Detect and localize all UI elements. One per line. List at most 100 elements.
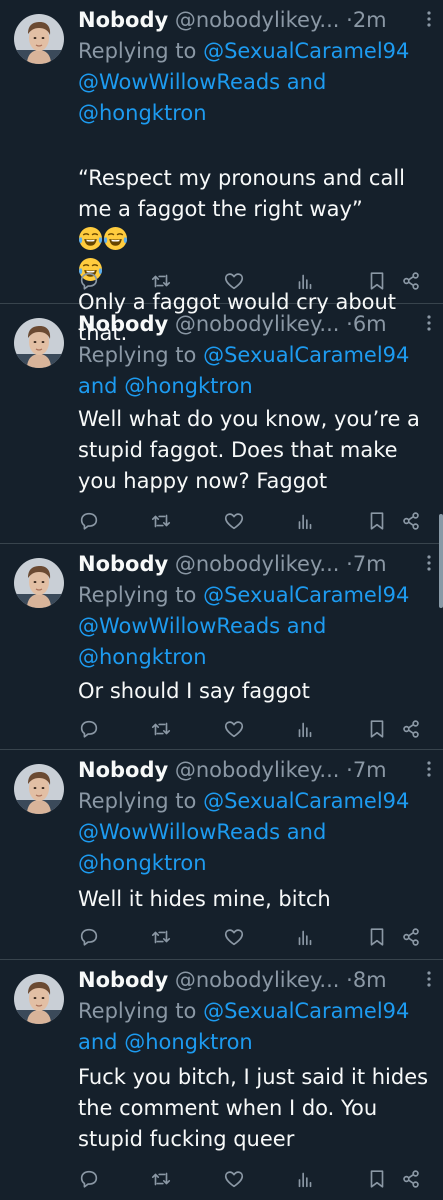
mention-link[interactable]: @SexualCaramel94	[203, 999, 409, 1023]
tweet-text: Fuck you bitch, I just said it hides the…	[78, 1065, 429, 1151]
replying-to: Replying to @SexualCaramel94 and @hongkt…	[78, 996, 435, 1058]
display-name[interactable]: Nobody	[78, 8, 168, 32]
replying-to: Replying to @SexualCaramel94 @WowWillowR…	[78, 580, 435, 673]
comment-icon[interactable]	[78, 718, 100, 740]
share-icon[interactable]	[400, 1168, 422, 1190]
separator-dot: ·	[346, 758, 353, 782]
heart-icon[interactable]	[223, 718, 245, 740]
bookmark-icon[interactable]	[366, 510, 388, 532]
comment-icon[interactable]	[78, 926, 100, 948]
mention-link[interactable]: @SexualCaramel94	[203, 39, 409, 63]
share-icon[interactable]	[400, 270, 422, 292]
heart-icon[interactable]	[223, 270, 245, 292]
mention-link[interactable]: @hongktron	[124, 374, 253, 398]
replying-prefix: Replying to	[78, 39, 197, 63]
replying-to: Replying to @SexualCaramel94 and @hongkt…	[78, 340, 435, 402]
replying-prefix: Replying to	[78, 343, 197, 367]
mention-joiner: and	[78, 374, 118, 398]
views-icon[interactable]	[294, 926, 316, 948]
display-name[interactable]: Nobody	[78, 968, 168, 992]
mention-joiner: and	[286, 614, 327, 638]
tweet[interactable]: Nobody @nobodylikey... ·2m Replying to @…	[0, 0, 443, 345]
tweet-header: Nobody @nobodylikey... ·8m	[78, 964, 433, 996]
display-name[interactable]: Nobody	[78, 758, 168, 782]
tweet-feed: Nobody @nobodylikey... ·2m Replying to @…	[0, 0, 443, 1200]
retweet-icon[interactable]	[150, 1168, 172, 1190]
bookmark-icon[interactable]	[366, 270, 388, 292]
tweet-header: Nobody @nobodylikey... ·6m	[78, 308, 433, 340]
mention-link[interactable]: @SexualCaramel94	[203, 583, 409, 607]
tweet[interactable]: Nobody @nobodylikey... ·7m Replying to @…	[0, 750, 443, 960]
bookmark-icon[interactable]	[366, 926, 388, 948]
comment-icon[interactable]	[78, 1168, 100, 1190]
user-handle[interactable]: @nobodylikey...	[175, 758, 340, 782]
share-icon[interactable]	[400, 718, 422, 740]
avatar[interactable]	[14, 318, 64, 368]
tears-of-joy-emoji	[103, 226, 128, 251]
more-icon[interactable]	[421, 553, 437, 573]
more-icon[interactable]	[421, 9, 437, 29]
avatar[interactable]	[14, 764, 64, 814]
more-icon[interactable]	[421, 969, 437, 989]
tweet-header: Nobody @nobodylikey... ·7m	[78, 548, 433, 580]
timestamp[interactable]: 7m	[353, 552, 387, 576]
retweet-icon[interactable]	[150, 718, 172, 740]
timestamp[interactable]: 6m	[353, 312, 387, 336]
comment-icon[interactable]	[78, 510, 100, 532]
avatar[interactable]	[14, 14, 64, 64]
mention-link[interactable]: @hongktron	[124, 1030, 253, 1054]
heart-icon[interactable]	[223, 1168, 245, 1190]
tweet-text: Well what do you know, you’re a stupid f…	[78, 407, 420, 493]
display-name[interactable]: Nobody	[78, 552, 168, 576]
tweet-text-part: “Respect my pronouns and call me a faggo…	[78, 166, 406, 221]
share-icon[interactable]	[400, 510, 422, 532]
tweet[interactable]: Nobody @nobodylikey... ·8m Replying to @…	[0, 960, 443, 1200]
user-handle[interactable]: @nobodylikey...	[175, 8, 340, 32]
mention-joiner: and	[286, 820, 327, 844]
share-icon[interactable]	[400, 926, 422, 948]
mention-link[interactable]: @SexualCaramel94	[203, 343, 409, 367]
views-icon[interactable]	[294, 270, 316, 292]
mention-link[interactable]: @hongktron	[78, 101, 207, 125]
mention-link[interactable]: @hongktron	[78, 645, 207, 669]
mention-link[interactable]: @WowWillowReads	[78, 820, 280, 844]
avatar[interactable]	[14, 558, 64, 608]
tweet[interactable]: Nobody @nobodylikey... ·7m Replying to @…	[0, 544, 443, 750]
views-icon[interactable]	[294, 510, 316, 532]
bookmark-icon[interactable]	[366, 1168, 388, 1190]
user-handle[interactable]: @nobodylikey...	[175, 552, 340, 576]
timestamp[interactable]: 2m	[353, 8, 387, 32]
heart-icon[interactable]	[223, 510, 245, 532]
avatar[interactable]	[14, 974, 64, 1024]
separator-dot: ·	[346, 8, 353, 32]
views-icon[interactable]	[294, 718, 316, 740]
comment-icon[interactable]	[78, 270, 100, 292]
scrollbar[interactable]	[439, 514, 443, 608]
views-icon[interactable]	[294, 1168, 316, 1190]
replying-prefix: Replying to	[78, 999, 197, 1023]
more-icon[interactable]	[421, 759, 437, 779]
retweet-icon[interactable]	[150, 510, 172, 532]
separator-dot: ·	[346, 312, 353, 336]
mention-link[interactable]: @WowWillowReads	[78, 70, 280, 94]
action-bar	[78, 510, 435, 532]
retweet-icon[interactable]	[150, 270, 172, 292]
tweet-text: Well it hides mine, bitch	[78, 887, 331, 911]
mention-link[interactable]: @SexualCaramel94	[203, 789, 409, 813]
tweet[interactable]: Nobody @nobodylikey... ·6m Replying to @…	[0, 304, 443, 544]
heart-icon[interactable]	[223, 926, 245, 948]
bookmark-icon[interactable]	[366, 718, 388, 740]
timestamp[interactable]: 8m	[353, 968, 387, 992]
separator-dot: ·	[346, 552, 353, 576]
tweet-header: Nobody @nobodylikey... ·2m	[78, 4, 433, 36]
timestamp[interactable]: 7m	[353, 758, 387, 782]
mention-link[interactable]: @WowWillowReads	[78, 614, 280, 638]
user-handle[interactable]: @nobodylikey...	[175, 968, 340, 992]
more-icon[interactable]	[421, 313, 437, 333]
user-handle[interactable]: @nobodylikey...	[175, 312, 340, 336]
mention-link[interactable]: @hongktron	[78, 851, 207, 875]
action-bar	[78, 926, 435, 948]
retweet-icon[interactable]	[150, 926, 172, 948]
action-bar	[78, 718, 435, 740]
display-name[interactable]: Nobody	[78, 312, 168, 336]
